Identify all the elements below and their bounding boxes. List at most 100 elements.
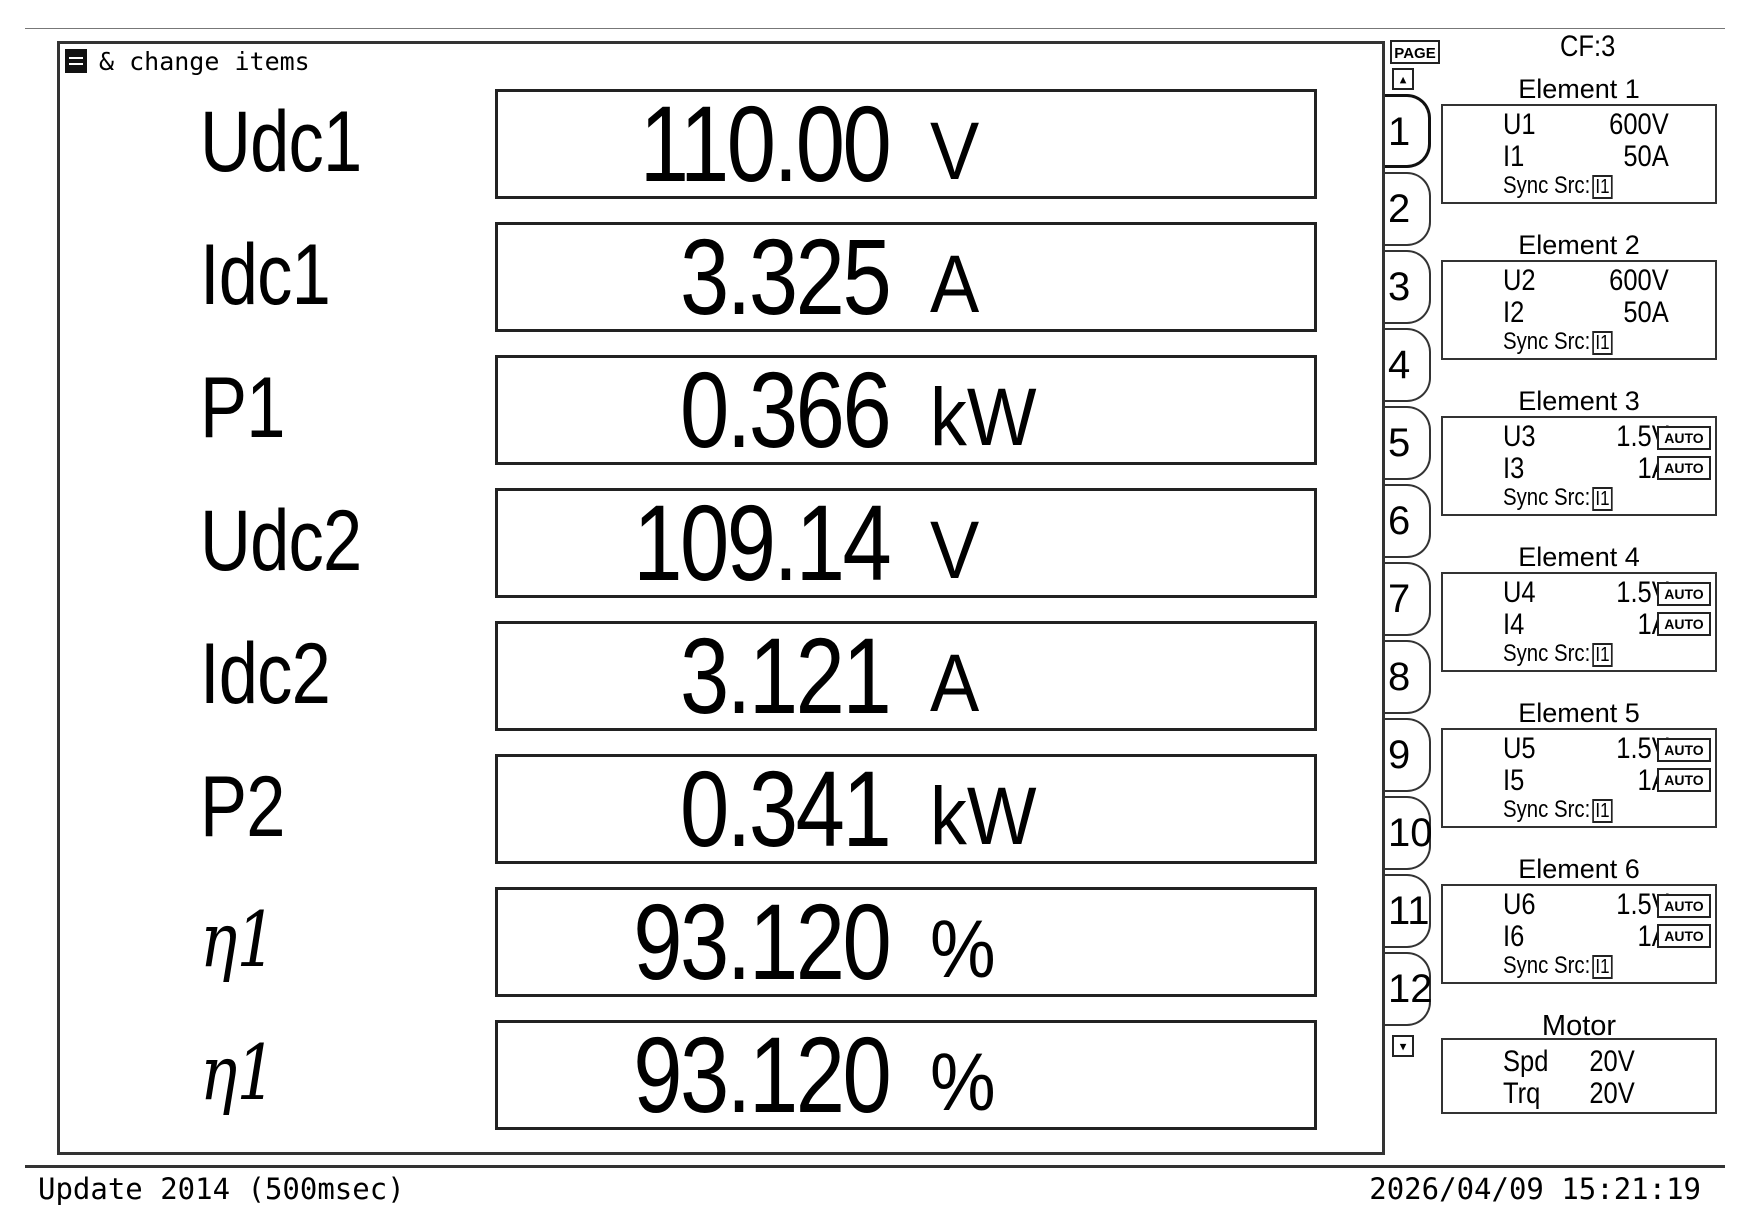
page-up-button[interactable]: ▲ (1392, 68, 1414, 90)
current-range-line: I6 1A (1503, 921, 1669, 953)
measurement-value: 0.341 (679, 748, 892, 869)
panel-header-title: & change items (99, 46, 310, 76)
measurement-unit: % (930, 904, 996, 995)
sync-source-value: I1 (1591, 487, 1613, 511)
measurement-value-box[interactable]: 0.366 kW (495, 355, 1317, 465)
voltage-label: U4 (1503, 576, 1536, 609)
sync-source: Sync Src: I1 (1503, 172, 1613, 200)
measurement-value-box[interactable]: 0.341 kW (495, 754, 1317, 864)
voltage-auto-badge: AUTO (1657, 426, 1711, 450)
voltage-range-line: U4 1.5V (1503, 577, 1669, 609)
motor-speed-value: 20V (1589, 1045, 1635, 1078)
voltage-label: U1 (1503, 108, 1536, 141)
element-box[interactable]: U4 1.5V I4 1A AUTO AUTO Sync Src: I1 (1441, 572, 1717, 672)
sync-source: Sync Src: I1 (1503, 484, 1613, 512)
page-badge: PAGE (1390, 40, 1440, 64)
status-divider (25, 1165, 1725, 1168)
current-label: I6 (1503, 920, 1525, 953)
current-range-line: I3 1A (1503, 453, 1669, 485)
measurement-label: P1 (200, 360, 285, 456)
measurement-unit: kW (930, 771, 1037, 862)
current-label: I1 (1503, 140, 1525, 173)
measurement-value-box[interactable]: 3.325 A (495, 222, 1317, 332)
page-tab-5[interactable]: 5 (1385, 406, 1431, 480)
motor-torque-line: Trq 20V (1503, 1078, 1669, 1110)
element-title: Element 4 (1441, 542, 1717, 573)
element-box[interactable]: U1 600V I1 50A Sync Src: I1 (1441, 104, 1717, 204)
sync-source: Sync Src: I1 (1503, 640, 1613, 668)
datetime-status: 2026/04/09 15:21:19 (1369, 1172, 1701, 1206)
sync-source: Sync Src: I1 (1503, 328, 1613, 356)
measurement-unit: A (930, 239, 980, 330)
element-box[interactable]: U6 1.5V I6 1A AUTO AUTO Sync Src: I1 (1441, 884, 1717, 984)
current-range-line: I2 50A (1503, 297, 1669, 329)
measurement-value-box[interactable]: 3.121 A (495, 621, 1317, 731)
voltage-range: 600V (1609, 108, 1669, 141)
measurement-value: 109.14 (632, 482, 892, 603)
current-label: I5 (1503, 764, 1525, 797)
measurement-value: 93.120 (632, 881, 892, 1002)
page-tab-1[interactable]: 1 (1385, 94, 1431, 168)
sync-source: Sync Src: I1 (1503, 952, 1613, 980)
page-tab-11[interactable]: 11 (1385, 874, 1431, 948)
current-range-line: I1 50A (1503, 141, 1669, 173)
sync-source-value: I1 (1591, 175, 1613, 199)
measurement-value-box[interactable]: 93.120% (495, 1020, 1317, 1130)
arrow-down-icon: ▼ (1399, 1039, 1407, 1053)
current-range-line: I5 1A (1503, 765, 1669, 797)
voltage-range-line: U5 1.5V (1503, 733, 1669, 765)
measurement-value: 0.366 (679, 349, 892, 470)
measurement-label: η1 (200, 1028, 276, 1117)
update-status: Update 2014 (500msec) (38, 1172, 405, 1206)
element-box[interactable]: U2 600V I2 50A Sync Src: I1 (1441, 260, 1717, 360)
current-label: I2 (1503, 296, 1525, 329)
element-title: Element 5 (1441, 698, 1717, 729)
element-title: Element 3 (1441, 386, 1717, 417)
current-range: 50A (1623, 296, 1669, 329)
sync-source-value: I1 (1591, 331, 1613, 355)
arrow-up-icon: ▲ (1399, 72, 1407, 86)
measurement-value-box[interactable]: 93.120% (495, 887, 1317, 997)
page-tab-10[interactable]: 10 (1385, 796, 1433, 870)
sync-source-label: Sync Src: (1503, 328, 1591, 355)
list-icon[interactable] (65, 49, 87, 73)
measurement-unit: V (930, 505, 980, 596)
motor-torque-label: Trq (1503, 1077, 1541, 1110)
current-auto-badge: AUTO (1657, 612, 1711, 636)
panel-header[interactable]: & change items (65, 46, 310, 76)
page-tab-3[interactable]: 3 (1385, 250, 1431, 324)
sync-source-label: Sync Src: (1503, 640, 1591, 667)
voltage-range-line: U2 600V (1503, 265, 1669, 297)
voltage-auto-badge: AUTO (1657, 582, 1711, 606)
voltage-range-line: U1 600V (1503, 109, 1669, 141)
voltage-range: 600V (1609, 264, 1669, 297)
element-title: Element 1 (1441, 74, 1717, 105)
page-down-button[interactable]: ▼ (1392, 1035, 1414, 1057)
measurement-label: P2 (200, 759, 285, 855)
measurement-value: 93.120 (632, 1014, 892, 1135)
current-range-line: I4 1A (1503, 609, 1669, 641)
measurement-unit: kW (930, 372, 1037, 463)
current-label: I4 (1503, 608, 1525, 641)
page-tab-7[interactable]: 7 (1385, 562, 1431, 636)
page-tab-4[interactable]: 4 (1385, 328, 1431, 402)
measurement-value-box[interactable]: 110.00 V (495, 89, 1317, 199)
page-tab-12[interactable]: 12 (1385, 952, 1433, 1026)
element-box[interactable]: U3 1.5V I3 1A AUTO AUTO Sync Src: I1 (1441, 416, 1717, 516)
voltage-label: U3 (1503, 420, 1536, 453)
sync-source-label: Sync Src: (1503, 484, 1591, 511)
current-label: I3 (1503, 452, 1525, 485)
page-tab-8[interactable]: 8 (1385, 640, 1431, 714)
measurement-label: η1 (200, 895, 276, 984)
page-tab-9[interactable]: 9 (1385, 718, 1431, 792)
page-tab-2[interactable]: 2 (1385, 172, 1431, 246)
voltage-range-line: U3 1.5V (1503, 421, 1669, 453)
element-box[interactable]: U5 1.5V I5 1A AUTO AUTO Sync Src: I1 (1441, 728, 1717, 828)
measurement-label: Udc2 (200, 493, 362, 589)
measurement-value-box[interactable]: 109.14 V (495, 488, 1317, 598)
element-title: Element 2 (1441, 230, 1717, 261)
current-auto-badge: AUTO (1657, 456, 1711, 480)
measurement-label: Idc1 (200, 227, 331, 323)
page-tab-6[interactable]: 6 (1385, 484, 1431, 558)
sync-source-label: Sync Src: (1503, 952, 1591, 979)
